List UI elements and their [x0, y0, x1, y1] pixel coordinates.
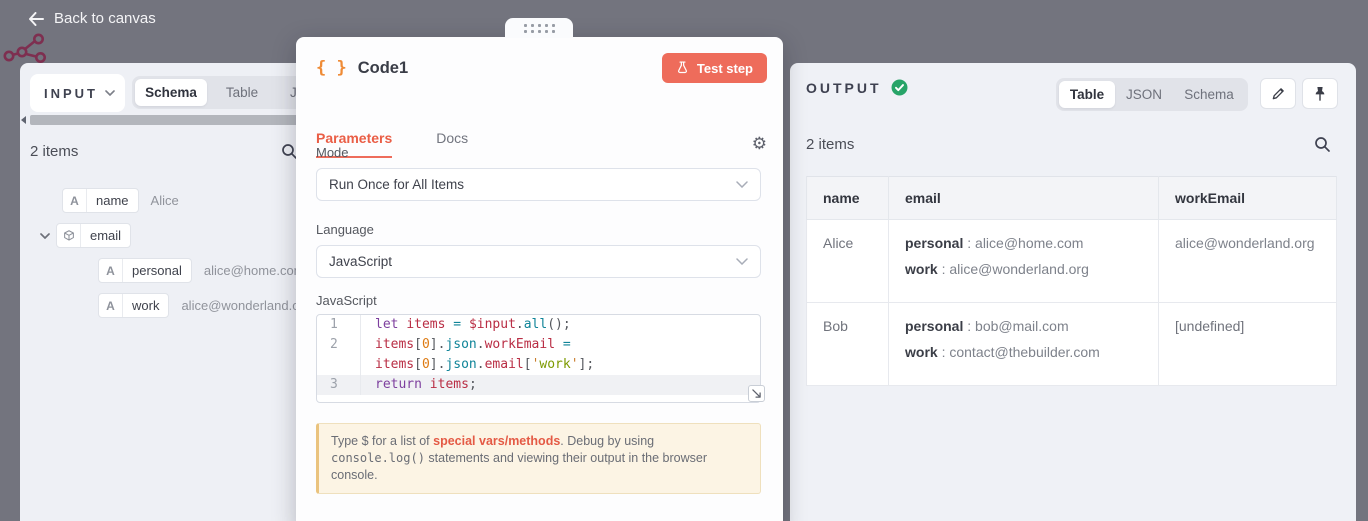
language-value: JavaScript: [329, 254, 392, 269]
schema-key-pill: A personal: [98, 258, 192, 283]
test-step-label: Test step: [697, 61, 753, 76]
string-type-icon: A: [63, 189, 87, 212]
tab-table[interactable]: Table: [1059, 81, 1115, 108]
column-header-workEmail[interactable]: workEmail: [1159, 177, 1337, 220]
schema-value: alice@wonderland.org: [181, 298, 311, 313]
drag-dots-icon: [524, 24, 555, 33]
schema-key-label: name: [87, 189, 138, 212]
cell-name: Alice: [807, 220, 889, 303]
workflow-nodes-icon: [2, 30, 52, 64]
chevron-down-icon[interactable]: [40, 233, 50, 239]
pin-icon: [1313, 86, 1327, 101]
output-panel: OUTPUT Table JSON Schema 2 items: [790, 63, 1356, 521]
string-type-icon: A: [99, 294, 123, 317]
language-select[interactable]: JavaScript: [316, 245, 761, 278]
tab-docs[interactable]: Docs: [436, 130, 468, 156]
schema-key-label: work: [123, 294, 168, 317]
language-label: Language: [316, 222, 374, 237]
back-to-canvas-label: Back to canvas: [54, 10, 156, 27]
back-to-canvas-button[interactable]: Back to canvas: [28, 10, 156, 27]
cell-name: Bob: [807, 303, 889, 386]
modal-tabs: Parameters Docs ⚙: [316, 127, 767, 159]
kv-value: contact@thebuilder.com: [949, 344, 1099, 360]
kv-value: alice@wonderland.org: [949, 261, 1089, 277]
kv-key: work: [905, 344, 938, 360]
editor-label: JavaScript: [316, 293, 377, 308]
flask-icon: [676, 61, 689, 75]
tab-json[interactable]: JSON: [1115, 81, 1173, 108]
pin-data-button[interactable]: [1302, 78, 1338, 109]
chevron-down-icon: [105, 90, 115, 96]
mode-select[interactable]: Run Once for All Items: [316, 168, 761, 201]
output-items-count: 2 items: [806, 136, 854, 153]
cell-email: personal : bob@mail.com work : contact@t…: [889, 303, 1159, 386]
node-title[interactable]: Code1: [358, 59, 408, 78]
input-source-select[interactable]: INPUT: [30, 74, 125, 112]
chevron-down-icon: [736, 181, 748, 188]
chevron-down-icon: [736, 258, 748, 265]
schema-value: Alice: [151, 193, 179, 208]
schema-key-pill: A name: [62, 188, 139, 213]
success-check-icon: [891, 79, 908, 96]
hint-text: . Debug by using: [560, 434, 654, 448]
column-header-email[interactable]: email: [889, 177, 1159, 220]
table-row[interactable]: Alice personal : alice@home.com work : a…: [807, 220, 1337, 303]
editor-hint: Type $ for a list of special vars/method…: [316, 423, 761, 494]
node-settings-modal: { } Code1 Test step Parameters Docs ⚙ Mo…: [296, 37, 783, 521]
pencil-icon: [1271, 86, 1286, 101]
schema-key-label: personal: [123, 259, 191, 282]
hint-code: console.log(): [331, 451, 425, 465]
cell-email: personal : alice@home.com work : alice@w…: [889, 220, 1159, 303]
mode-value: Run Once for All Items: [329, 177, 464, 192]
output-panel-title: OUTPUT: [806, 80, 882, 96]
tree-row[interactable]: A name Alice: [62, 188, 179, 213]
output-view-tabs: Table JSON Schema: [1056, 78, 1248, 111]
special-vars-link[interactable]: special vars/methods: [433, 434, 560, 448]
schema-key-pill: email: [56, 223, 131, 248]
kv-value: bob@mail.com: [975, 318, 1069, 334]
kv-key: personal: [905, 235, 963, 251]
code-editor-lines: 1let items = $input.all();2items[0].json…: [317, 315, 760, 395]
table-header-row: name email workEmail: [807, 177, 1337, 220]
expand-editor-button[interactable]: [748, 385, 765, 402]
expand-icon: [752, 389, 761, 398]
code-editor[interactable]: 1let items = $input.all();2items[0].json…: [316, 314, 761, 403]
output-table: name email workEmail Alice personal : al…: [806, 176, 1337, 386]
tab-schema[interactable]: Schema: [135, 79, 207, 106]
code-node-icon: { }: [316, 58, 347, 78]
modal-drag-handle[interactable]: [505, 18, 573, 38]
string-type-icon: A: [99, 259, 123, 282]
input-items-count: 2 items: [30, 143, 78, 160]
schema-key-label: email: [81, 224, 130, 247]
gear-icon[interactable]: ⚙: [752, 135, 767, 152]
node-details-view: Back to canvas INPUT Schema Table JSON 2…: [0, 0, 1368, 521]
table-row[interactable]: Bob personal : bob@mail.com work : conta…: [807, 303, 1337, 386]
edit-output-button[interactable]: [1260, 78, 1296, 109]
tree-row[interactable]: A personal alice@home.com: [98, 258, 305, 283]
cell-workEmail-undefined: [undefined]: [1159, 303, 1337, 386]
schema-value: alice@home.com: [204, 263, 305, 278]
cell-workEmail: alice@wonderland.org: [1159, 220, 1337, 303]
hint-text: Type $ for a list of: [331, 434, 433, 448]
input-panel-title: INPUT: [44, 86, 98, 101]
tree-row[interactable]: A work alice@wonderland.org: [98, 293, 311, 318]
mode-label: Mode: [316, 145, 349, 160]
kv-value: alice@home.com: [975, 235, 1083, 251]
kv-key: work: [905, 261, 938, 277]
test-step-button[interactable]: Test step: [662, 53, 767, 83]
tab-table[interactable]: Table: [207, 79, 277, 106]
scroll-left-arrow[interactable]: [21, 116, 26, 124]
search-icon[interactable]: [1314, 136, 1331, 153]
schema-key-pill: A work: [98, 293, 169, 318]
object-type-icon: [57, 224, 81, 247]
kv-key: personal: [905, 318, 963, 334]
arrow-left-icon: [28, 12, 44, 26]
tree-row[interactable]: email: [40, 223, 131, 248]
tab-schema[interactable]: Schema: [1173, 81, 1245, 108]
column-header-name[interactable]: name: [807, 177, 889, 220]
